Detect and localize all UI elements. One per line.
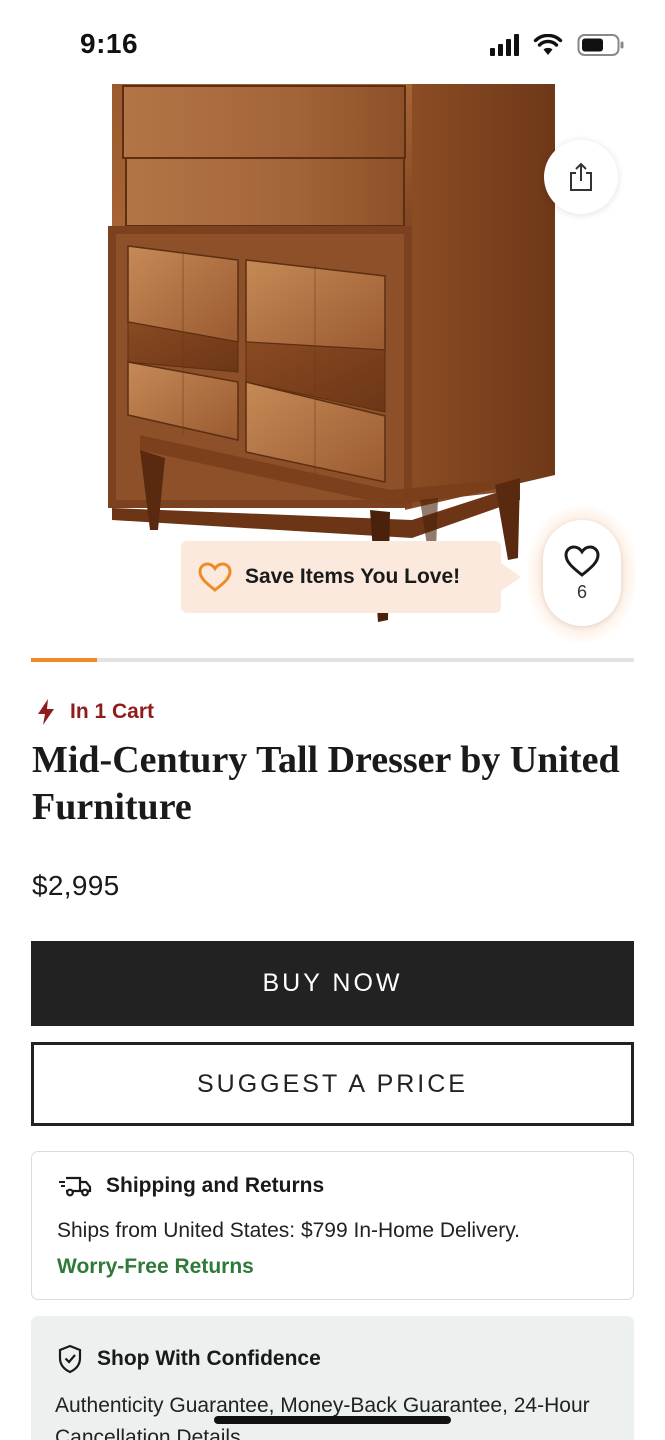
image-carousel-progress — [31, 658, 634, 662]
shipping-returns-card: Shipping and Returns Ships from United S… — [31, 1151, 634, 1300]
share-icon — [570, 162, 592, 191]
carousel-progress-fill — [31, 658, 98, 662]
save-items-tooltip: Save Items You Love! — [181, 541, 521, 613]
heart-icon — [564, 544, 600, 577]
favorite-count: 6 — [576, 581, 587, 602]
wifi-icon — [533, 34, 563, 55]
share-button[interactable] — [544, 140, 618, 214]
buy-now-button[interactable]: BUY NOW — [31, 941, 634, 1026]
save-tooltip-text: Save Items You Love! — [245, 565, 461, 588]
heart-outline-icon — [198, 562, 232, 592]
product-price: $2,995 — [32, 870, 120, 901]
product-title: Mid-Century Tall Dresser by United Furni… — [32, 739, 620, 828]
confidence-details[interactable]: Authenticity Guarantee, Money-Back Guara… — [55, 1390, 615, 1440]
confidence-heading: Shop With Confidence — [57, 1344, 321, 1374]
delivery-truck-icon — [59, 1176, 92, 1197]
shipping-details: Ships from United States: $799 In-Home D… — [57, 1219, 520, 1242]
suggest-price-button[interactable]: SUGGEST A PRICE — [31, 1042, 634, 1126]
lightning-bolt-icon — [38, 699, 54, 725]
cellular-signal-icon — [490, 34, 519, 56]
worry-free-returns-link[interactable]: Worry-Free Returns — [57, 1255, 254, 1279]
battery-icon — [577, 34, 624, 56]
home-indicator — [214, 1416, 451, 1424]
shipping-heading: Shipping and Returns — [58, 1174, 324, 1198]
status-bar: 9:16 — [0, 0, 665, 84]
confidence-heading-text: Shop With Confidence — [97, 1347, 321, 1370]
shipping-heading-text: Shipping and Returns — [106, 1174, 325, 1197]
shield-check-icon — [58, 1344, 82, 1374]
in-cart-badge: In 1 Cart — [36, 698, 154, 726]
status-time: 9:16 — [80, 28, 139, 59]
in-cart-text: In 1 Cart — [70, 700, 155, 723]
status-icons — [490, 32, 625, 58]
favorite-button[interactable]: 6 — [543, 520, 621, 626]
